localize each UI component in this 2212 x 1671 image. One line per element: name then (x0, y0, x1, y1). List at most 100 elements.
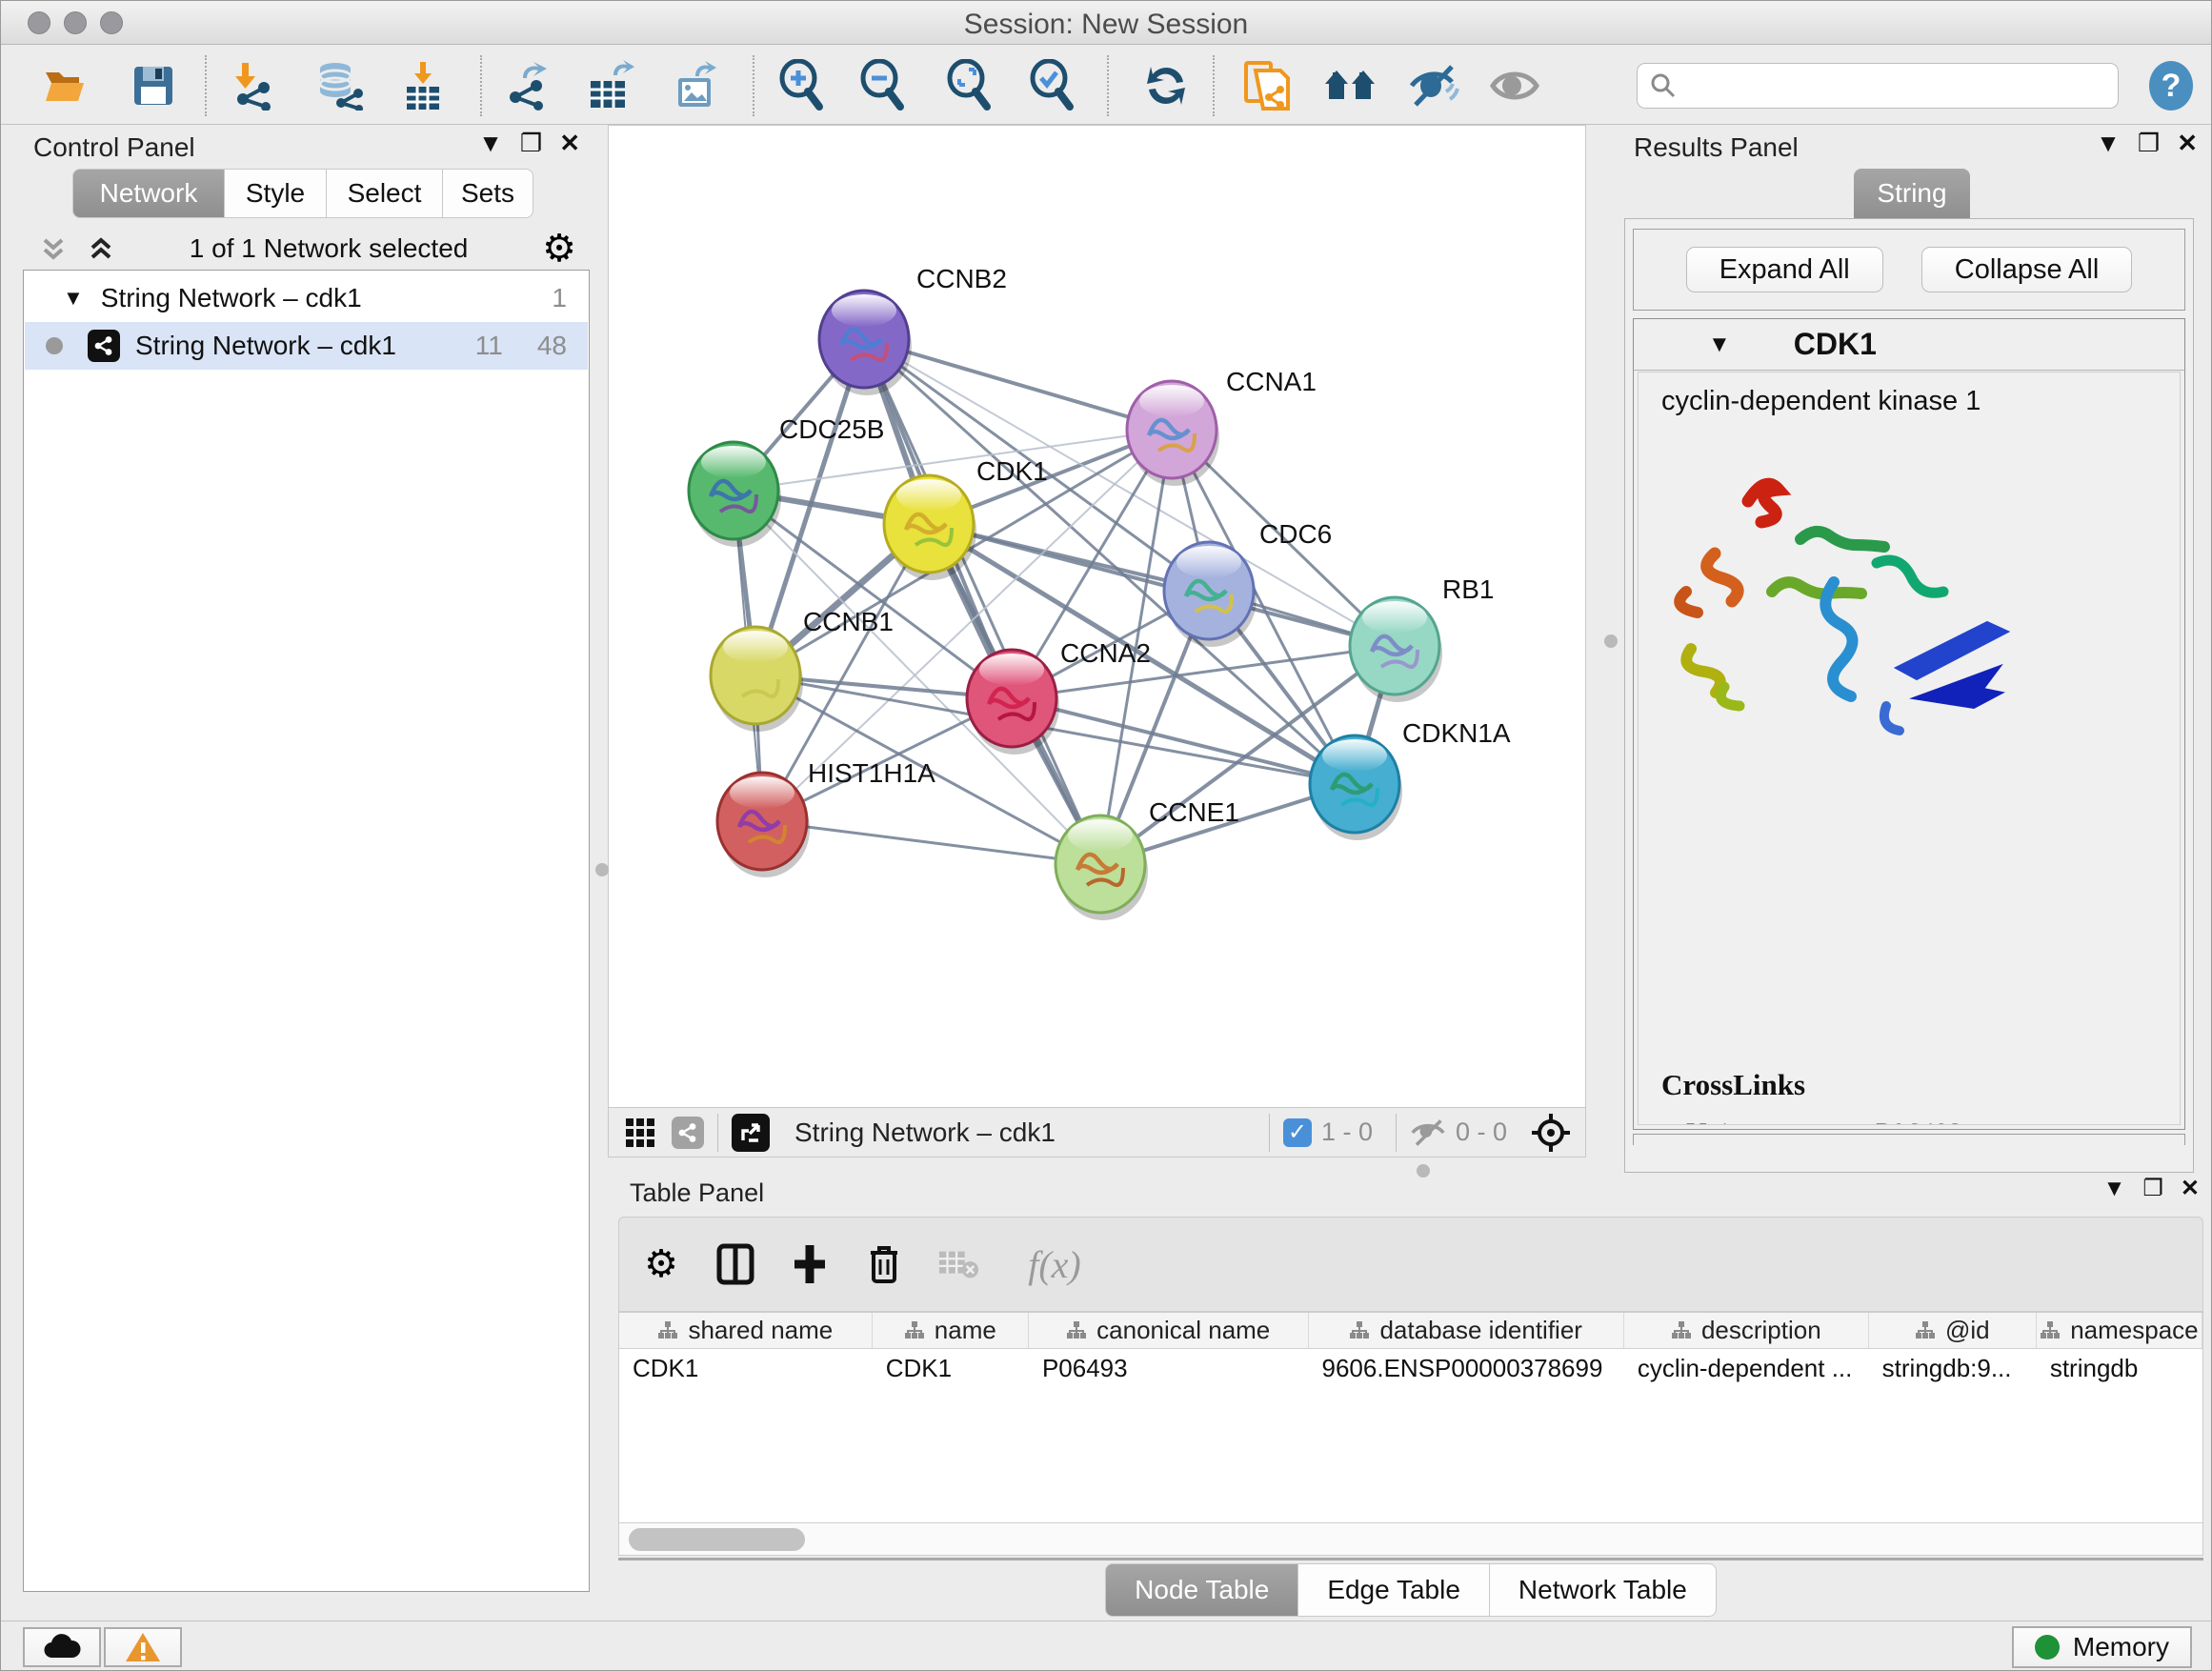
grid-view-icon[interactable] (624, 1117, 656, 1149)
open-in-new-window-icon[interactable] (732, 1114, 770, 1152)
cloud-status-button[interactable] (23, 1627, 101, 1667)
network-node-CDKN1A[interactable] (1310, 735, 1402, 840)
tab-select[interactable]: Select (327, 169, 443, 218)
expand-all-button[interactable]: Expand All (1686, 247, 1883, 292)
import-table-file-icon[interactable] (396, 59, 450, 112)
selected-checkbox-icon[interactable]: ✓ (1283, 1118, 1312, 1147)
entry-expander-icon[interactable]: ▼ (1708, 332, 1731, 358)
search-input[interactable] (1678, 71, 2118, 101)
results-panel: Results Panel ▼ ❐ ✕ String Expand All Co… (1620, 127, 2203, 1173)
memory-label: Memory (2073, 1632, 2169, 1662)
control-panel-title: Control Panel (33, 132, 195, 163)
collapse-all-button[interactable]: Collapse All (1921, 247, 2133, 292)
table-panel-menu-icon[interactable]: ▼ (2103, 1176, 2126, 1202)
help-button[interactable]: ? (2146, 59, 2196, 112)
control-panel-close-icon[interactable]: ✕ (559, 129, 580, 158)
expand-all-icon[interactable] (87, 234, 115, 263)
zoom-fit-icon[interactable] (943, 59, 996, 112)
results-content: Expand All Collapse All ▼ CDK1 cyclin-de… (1624, 218, 2194, 1173)
collection-count: 1 (552, 283, 567, 313)
network-node-CCNB1[interactable] (711, 627, 803, 732)
network-node-RB1[interactable] (1350, 597, 1442, 702)
table-row[interactable]: CDK1CDK1P064939606.ENSP00000378699cyclin… (619, 1349, 2202, 1387)
collapse-all-icon[interactable] (39, 234, 68, 263)
add-column-icon[interactable] (789, 1243, 831, 1285)
show-all-icon[interactable] (1488, 59, 1541, 112)
show-columns-icon[interactable] (714, 1243, 756, 1285)
table-panel-close-icon[interactable]: ✕ (2181, 1175, 2200, 1202)
refresh-layout-icon[interactable] (1139, 59, 1193, 112)
import-network-database-icon[interactable] (312, 59, 366, 112)
network-node-CCNA1[interactable] (1127, 381, 1219, 486)
table-gear-icon[interactable]: ⚙ (640, 1243, 682, 1285)
main-toolbar: ? (1, 46, 2211, 125)
save-session-icon[interactable] (127, 59, 180, 112)
hide-selection-icon[interactable] (1407, 59, 1460, 112)
column-header--id[interactable]: @id (1869, 1313, 2037, 1348)
delete-table-icon[interactable] (937, 1243, 979, 1285)
zoom-out-icon[interactable] (856, 59, 910, 112)
network-node-CCNB2[interactable] (819, 291, 912, 395)
tab-style[interactable]: Style (225, 169, 327, 218)
import-network-file-icon[interactable] (227, 59, 280, 112)
birds-eye-view-icon[interactable] (1530, 1112, 1572, 1154)
next-entry-partial (1633, 1134, 2185, 1145)
column-header-database-identifier[interactable]: database identifier (1309, 1313, 1624, 1348)
toolbar-separator (1396, 1114, 1397, 1152)
memory-button[interactable]: Memory (2012, 1626, 2192, 1668)
column-header-name[interactable]: name (873, 1313, 1029, 1348)
warnings-button[interactable] (104, 1627, 182, 1667)
crosslink-link[interactable]: P06493 (1876, 1117, 1963, 1125)
export-table-icon[interactable] (583, 59, 636, 112)
left-splitter-handle[interactable] (595, 863, 609, 876)
entry-description: cyclin-dependent kinase 1 (1639, 372, 2180, 417)
table-panel-float-icon[interactable]: ❐ (2142, 1175, 2163, 1202)
tab-node-table[interactable]: Node Table (1105, 1563, 1298, 1617)
node-label-CDK1: CDK1 (976, 456, 1048, 486)
network-view-title: String Network – cdk1 (794, 1117, 1256, 1148)
network-row[interactable]: String Network – cdk1 11 48 (25, 322, 588, 370)
delete-column-icon[interactable] (863, 1243, 905, 1285)
first-neighbors-icon[interactable] (1323, 59, 1377, 112)
results-tab-string[interactable]: String (1854, 169, 1970, 218)
tab-network-table[interactable]: Network Table (1490, 1563, 1717, 1617)
network-node-CCNA2[interactable] (967, 650, 1059, 755)
collection-expander-icon[interactable]: ▼ (63, 286, 84, 311)
open-session-icon[interactable] (38, 59, 91, 112)
new-network-from-selection-icon[interactable] (1240, 59, 1294, 112)
table-cell: P06493 (1029, 1349, 1309, 1387)
scrollbar-thumb[interactable] (629, 1528, 805, 1551)
results-panel-menu-icon[interactable]: ▼ (2096, 129, 2121, 158)
network-node-CDC25B[interactable] (689, 442, 781, 547)
right-splitter-handle[interactable] (1604, 634, 1618, 648)
network-options-gear-icon[interactable]: ⚙ (542, 227, 576, 271)
network-collection-row[interactable]: ▼ String Network – cdk1 1 (25, 274, 588, 322)
network-node-CDK1[interactable] (884, 475, 976, 580)
tab-edge-table[interactable]: Edge Table (1298, 1563, 1490, 1617)
column-header-shared-name[interactable]: shared name (619, 1313, 873, 1348)
network-edge-CCNA2-CDKN1A[interactable] (1012, 698, 1355, 784)
network-node-CDC6[interactable] (1164, 542, 1257, 647)
zoom-in-icon[interactable] (775, 59, 829, 112)
control-panel-float-icon[interactable]: ❐ (520, 129, 542, 158)
network-edge-HIST1H1A-CCNE1[interactable] (762, 821, 1100, 864)
function-builder-icon[interactable]: f(x) (1012, 1243, 1097, 1285)
table-cell: stringdb (2037, 1349, 2202, 1387)
network-node-HIST1H1A[interactable] (717, 773, 810, 877)
hidden-counts: 0 - 0 (1456, 1117, 1507, 1147)
table-horizontal-scrollbar[interactable] (618, 1523, 2203, 1556)
column-header-namespace[interactable]: namespace (2037, 1313, 2202, 1348)
column-header-canonical-name[interactable]: canonical name (1029, 1313, 1309, 1348)
toolbar-separator (205, 55, 207, 116)
results-panel-float-icon[interactable]: ❐ (2138, 129, 2160, 158)
results-panel-close-icon[interactable]: ✕ (2177, 129, 2198, 158)
network-node-CCNE1[interactable] (1056, 815, 1148, 920)
tab-sets[interactable]: Sets (443, 169, 533, 218)
export-image-icon[interactable] (671, 59, 724, 112)
export-network-icon[interactable] (502, 59, 555, 112)
column-header-description[interactable]: description (1624, 1313, 1869, 1348)
tab-network[interactable]: Network (72, 169, 225, 218)
control-panel-menu-icon[interactable]: ▼ (478, 129, 503, 158)
zoom-selected-icon[interactable] (1026, 59, 1079, 112)
network-canvas[interactable]: CCNB2CCNA1CDC25BCDK1CDC6RB1CCNB1CCNA2CDK… (608, 125, 1586, 1108)
